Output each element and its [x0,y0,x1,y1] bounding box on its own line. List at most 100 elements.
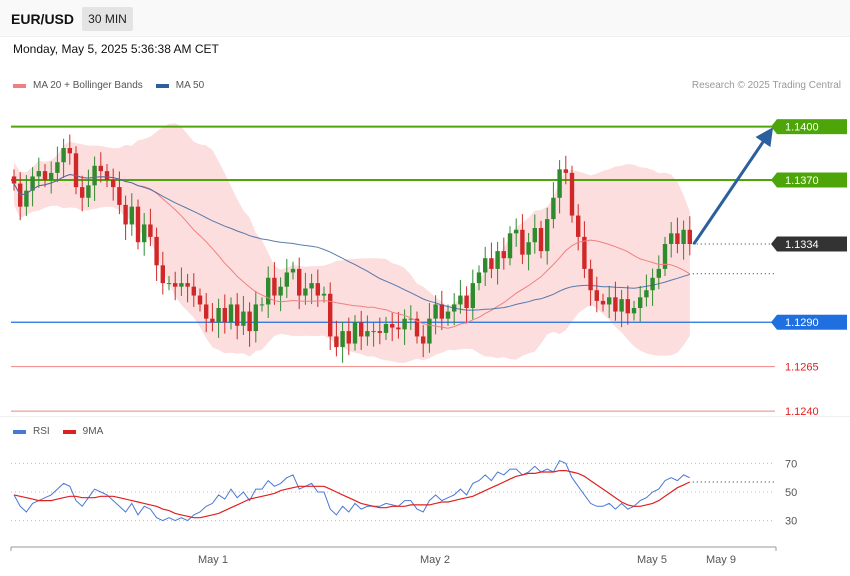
candle-body [433,304,438,319]
candle-body [421,336,426,344]
candle-body [514,229,519,234]
candle-body [402,318,407,330]
level-1-1290-tag-arrow [771,314,777,330]
chart-page: EUR/USD 30 MIN Monday, May 5, 2025 5:36:… [0,0,850,576]
candle-body [241,311,246,326]
candle-body [173,283,178,287]
candle-body [656,268,661,278]
candle-body [11,176,17,184]
candle-body [625,299,630,314]
candle-body [619,299,624,312]
candle-body [154,236,159,266]
candle-body [253,304,258,332]
candle-body [259,304,265,306]
candle-body [551,197,556,220]
candle-body [495,251,500,269]
candle-body [365,331,370,337]
candle-body [334,336,339,348]
candle-body [563,169,568,173]
candle-body [650,277,655,291]
candle-body [464,295,469,308]
bollinger-band [14,123,690,363]
candle-body [98,165,103,172]
candle-body [49,172,54,180]
candle-body [687,229,692,244]
candle-body [284,272,289,287]
projection [692,127,774,245]
level-1-1290-label: 1.1290 [785,317,819,329]
candle-body [129,206,134,225]
candle-body [427,318,432,344]
candle-body [266,277,271,305]
candle-body [166,283,172,285]
candle-body [613,297,618,312]
candle-body [538,228,544,252]
candle-body [67,148,72,154]
level-1-1370-label: 1.1370 [785,175,819,187]
level-1-1265-label: 1.1265 [785,362,819,374]
x-label-may-5: May 5 [637,554,667,566]
candle-body [73,153,79,188]
level-1-1370-tag-arrow [771,172,777,188]
candle-body [204,304,209,319]
rsi-tick-50: 50 [785,487,797,499]
x-label-may-9: May 9 [706,554,736,566]
x-axis: May 1 May 2 May 5 May 9 [10,546,777,566]
candle-body [86,185,91,198]
candle-body [36,171,41,177]
candle-body [669,233,674,244]
candle-body [483,258,488,273]
projection-arrow [692,127,774,245]
candle-body [594,290,599,301]
price-chart[interactable]: 1.1400 1.1370 1.1334 1.1290 1.1265 1.1240 30 5… [0,0,850,576]
candle-body [675,233,680,244]
candle-body [352,322,358,344]
candle-body [290,268,296,273]
candle-body [228,304,234,323]
candle-body [476,272,482,284]
candle-body [80,187,85,198]
candle-body [588,268,593,291]
candle-body [470,283,475,308]
candle-body [507,233,513,259]
candle-body [545,219,550,252]
candle-body [557,169,562,198]
bollinger-band-area [14,123,690,363]
candle-body [148,224,153,237]
candle-body [42,171,48,180]
x-label-may-2: May 2 [420,554,450,566]
last-price-label: 1.1334 [785,239,819,251]
candle-body [272,277,277,296]
level-1-1400-tag-arrow [771,119,777,135]
candle-body [315,283,320,296]
candle-body [309,283,314,289]
candle-body [662,244,668,269]
candle-body [278,286,283,296]
candle-body [631,308,637,314]
candle-body [197,295,203,305]
candle-body [439,304,444,319]
candle-body [104,171,110,180]
candle-body [681,229,686,244]
level-1-1400-label: 1.1400 [785,122,819,134]
candle-body [526,242,531,255]
candle-body [576,215,581,237]
candle-body [569,172,575,216]
candle-body [61,148,66,163]
candle-body [92,165,97,186]
candle-body [377,331,382,333]
candle-body [160,265,165,284]
candle-body [321,293,327,296]
candle-body [346,331,351,344]
candle-body [359,322,364,337]
candle-body [340,331,345,348]
candle-body [445,311,451,319]
candle-body [458,295,463,305]
candle-body [501,251,506,259]
candle-body [111,180,116,188]
candle-body [638,297,643,308]
candle-body [235,304,240,326]
candle-body [489,258,494,269]
candle-body [371,331,376,333]
candle-body [328,293,333,337]
